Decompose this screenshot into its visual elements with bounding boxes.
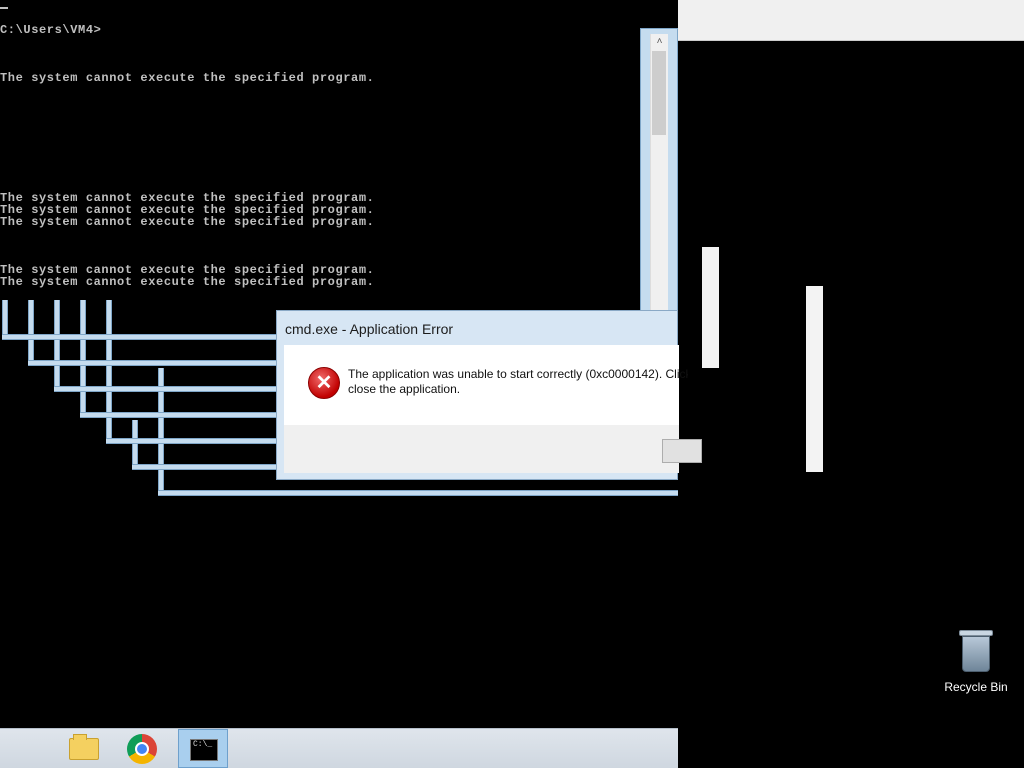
error-message: The application was unable to start corr… bbox=[348, 367, 688, 397]
window-fragment bbox=[806, 286, 823, 472]
scrollbar-thumb[interactable] bbox=[652, 51, 666, 135]
taskbar-file-explorer[interactable] bbox=[54, 729, 104, 768]
console-scrollbar[interactable]: ˄ ˅ bbox=[650, 34, 668, 332]
window-title-strip bbox=[678, 0, 1024, 41]
window-frame-edge bbox=[158, 490, 678, 496]
error-icon: ✕ bbox=[308, 367, 340, 399]
error-message-line: close the application. bbox=[348, 382, 461, 396]
window-frame-edge bbox=[132, 420, 138, 470]
console-line: The system cannot execute the specified … bbox=[0, 71, 375, 85]
scroll-up-arrow-icon[interactable]: ˄ bbox=[651, 34, 668, 50]
taskbar-chrome[interactable] bbox=[117, 729, 167, 768]
cursor-caret bbox=[0, 7, 8, 9]
chrome-icon bbox=[127, 734, 157, 764]
console-line: The system cannot execute the specified … bbox=[0, 275, 375, 289]
dialog-title: cmd.exe - Application Error bbox=[285, 321, 454, 337]
window-frame-edge bbox=[28, 300, 34, 366]
ok-button[interactable] bbox=[662, 439, 702, 463]
taskbar: C:\_ bbox=[0, 728, 678, 768]
recycle-bin-label: Recycle Bin bbox=[944, 680, 1008, 694]
folder-icon bbox=[69, 734, 99, 760]
window-frame-edge bbox=[54, 300, 60, 392]
console-line: The system cannot execute the specified … bbox=[0, 215, 375, 229]
window-frame-edge bbox=[106, 300, 112, 444]
cmd-icon: C:\_ bbox=[190, 739, 218, 761]
application-error-dialog[interactable]: cmd.exe - Application Error ✕ The applic… bbox=[276, 310, 702, 480]
recycle-bin-icon bbox=[959, 630, 993, 674]
dialog-body: ✕ The application was unable to start co… bbox=[284, 345, 688, 425]
taskbar-command-prompt[interactable]: C:\_ bbox=[178, 729, 228, 768]
window-fragment bbox=[702, 247, 719, 368]
error-message-line: The application was unable to start corr… bbox=[348, 367, 688, 381]
dialog-footer bbox=[284, 425, 702, 473]
window-frame-edge bbox=[80, 300, 86, 418]
console-prompt: C:\Users\VM4> bbox=[0, 23, 102, 37]
recycle-bin[interactable]: Recycle Bin bbox=[934, 630, 1018, 694]
